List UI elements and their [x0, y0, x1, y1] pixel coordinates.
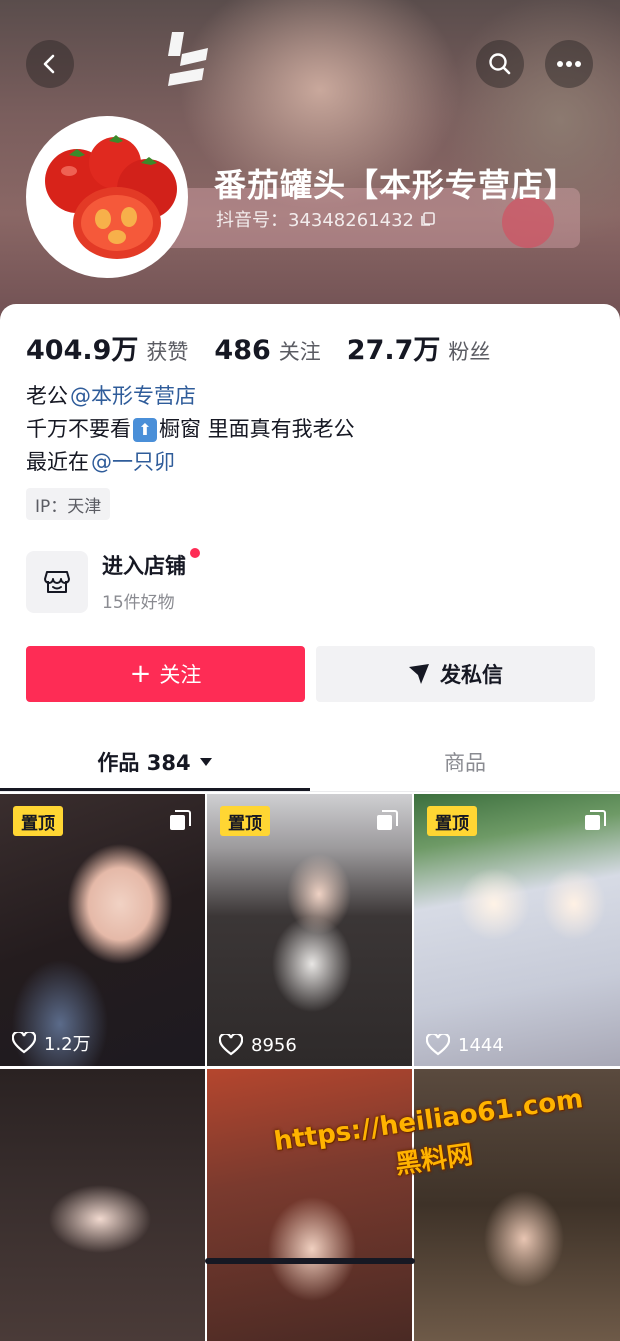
back-button[interactable] — [26, 40, 74, 88]
shop-icon-box — [26, 550, 88, 613]
like-count: 1.2万 — [12, 1030, 91, 1056]
video-tile[interactable] — [0, 1069, 205, 1341]
message-label: 发私信 — [440, 663, 503, 687]
notification-dot — [190, 548, 200, 558]
stats-row: 404.9万 获赞 486 关注 27.7万 粉丝 — [26, 328, 490, 367]
plus-icon: + — [129, 659, 152, 689]
like-count-text: 1.2万 — [44, 1034, 91, 1055]
stat-label: 粉丝 — [448, 340, 491, 364]
tab-goods[interactable]: 商品 — [310, 734, 620, 790]
heart-icon — [426, 1034, 450, 1056]
stat-label: 获赞 — [146, 340, 189, 364]
up-arrow-emoji-icon: ⬆ — [133, 417, 157, 442]
douyin-id[interactable]: 抖音号：34348261432 — [216, 206, 436, 232]
pinned-badge: 置顶 — [13, 806, 63, 836]
tab-works[interactable]: 作品 384 — [0, 734, 310, 790]
multi-image-icon — [585, 810, 606, 830]
multi-image-icon — [377, 810, 398, 830]
avatar[interactable] — [26, 116, 188, 278]
send-icon — [409, 664, 429, 684]
mention-link[interactable]: @一只卯 — [91, 446, 175, 479]
heart-icon — [219, 1034, 243, 1056]
stat-label: 关注 — [278, 340, 321, 364]
more-button[interactable] — [545, 40, 593, 88]
video-tile[interactable]: 置顶 1444 — [414, 794, 620, 1066]
tomato-avatar-image — [29, 119, 185, 275]
follow-button[interactable]: + 关注 — [26, 646, 305, 702]
tab-goods-label: 商品 — [444, 751, 486, 775]
bio-line: 千万不要看 ⬆ 橱窗 里面真有我老公 — [26, 413, 355, 446]
profile-name: 番茄罐头【本形专营店】 — [214, 166, 578, 204]
like-count: 8956 — [219, 1034, 297, 1056]
pinned-badge: 置顶 — [220, 806, 270, 836]
caret-down-icon[interactable] — [199, 757, 213, 767]
multi-image-icon — [170, 810, 191, 830]
message-button[interactable]: 发私信 — [316, 646, 595, 702]
search-button[interactable] — [476, 40, 524, 88]
tab-works-label: 作品 384 — [97, 751, 191, 775]
bio: 老公 @本形专营店 千万不要看 ⬆ 橱窗 里面真有我老公 最近在 @一只卯 — [26, 380, 355, 479]
douyin-id-text: 抖音号：34348261432 — [216, 210, 414, 231]
bio-line: 最近在 @一只卯 — [26, 446, 355, 479]
like-count-text: 8956 — [251, 1034, 297, 1056]
content-tabs: 作品 384 商品 — [0, 734, 620, 794]
search-icon — [489, 53, 511, 75]
stat-value: 486 — [214, 335, 271, 366]
home-indicator[interactable] — [205, 1258, 415, 1264]
tabs-divider — [0, 791, 620, 792]
stat-followers[interactable]: 27.7万 粉丝 — [347, 328, 491, 367]
stat-value: 404.9万 — [26, 335, 139, 366]
video-tile[interactable]: 置顶 8956 — [207, 794, 412, 1066]
video-tile[interactable]: 置顶 1.2万 — [0, 794, 205, 1066]
shop-text: 进入店铺 15件好物 — [102, 548, 200, 613]
shop-title: 进入店铺 — [102, 554, 186, 578]
pinned-badge: 置顶 — [427, 806, 477, 836]
back-arrow-icon — [43, 54, 55, 74]
mention-link[interactable]: @本形专营店 — [70, 380, 196, 413]
shop-subtitle: 15件好物 — [102, 593, 175, 613]
bio-line: 老公 @本形专营店 — [26, 380, 355, 413]
bio-text: 千万不要看 — [26, 417, 131, 441]
bio-text: 最近在 — [26, 450, 89, 474]
follow-label: 关注 — [159, 663, 202, 687]
bio-text: 橱窗 里面真有我老公 — [159, 417, 355, 441]
heart-icon — [12, 1032, 36, 1054]
bio-text: 老公 — [26, 384, 68, 408]
like-count-text: 1444 — [458, 1034, 504, 1056]
video-thumbnail — [207, 1069, 412, 1341]
copy-icon[interactable] — [420, 211, 436, 227]
video-thumbnail — [0, 1069, 205, 1341]
shop-entry[interactable]: 进入店铺 15件好物 — [26, 548, 200, 613]
store-icon — [44, 570, 70, 593]
stat-likes[interactable]: 404.9万 获赞 — [26, 328, 188, 367]
more-dots-icon — [557, 61, 581, 67]
stat-following[interactable]: 486 关注 — [214, 335, 320, 366]
stat-value: 27.7万 — [346, 335, 441, 366]
brand-logo-icon — [168, 32, 208, 86]
video-tile[interactable] — [207, 1069, 412, 1341]
ip-location-tag: IP：天津 — [26, 488, 111, 520]
like-count: 1444 — [426, 1034, 504, 1056]
